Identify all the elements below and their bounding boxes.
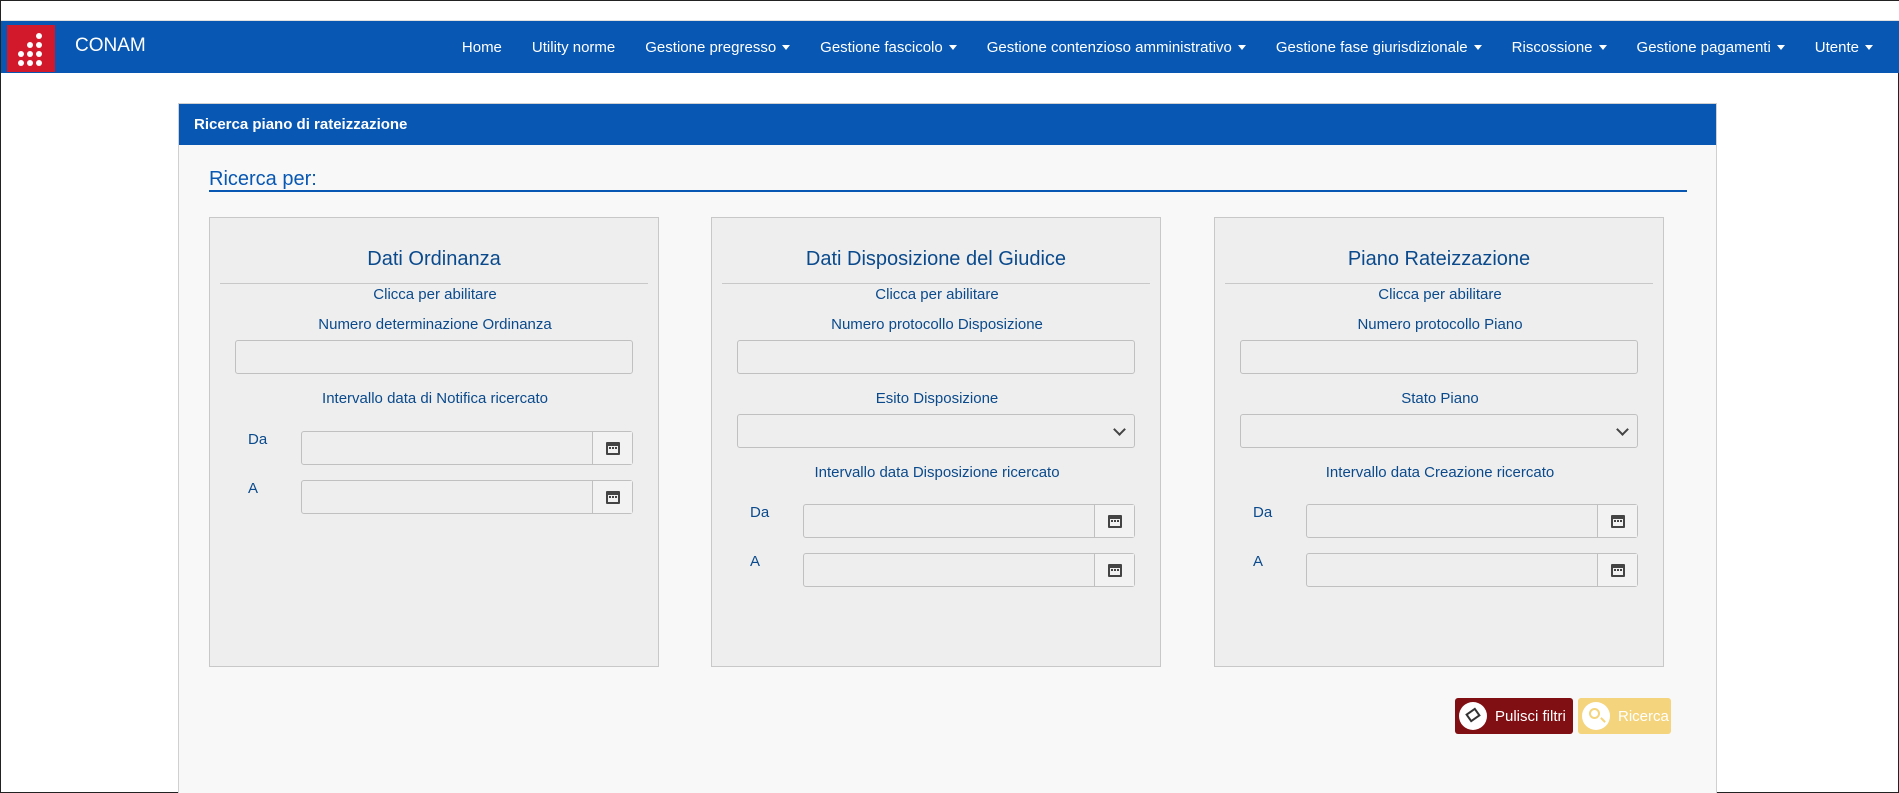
date-from-field[interactable]	[1306, 504, 1638, 538]
calendar-icon	[1108, 564, 1122, 577]
date-picker-button[interactable]	[1597, 554, 1637, 586]
search-label: Ricerca	[1618, 707, 1669, 725]
calendar-icon	[606, 491, 620, 504]
to-label: A	[750, 553, 761, 570]
main-menu: Home Utility norme Gestione pregresso Ge…	[447, 21, 1888, 73]
nav-gestione-fascicolo[interactable]: Gestione fascicolo	[805, 39, 972, 56]
nav-home[interactable]: Home	[447, 39, 517, 56]
navbar: CONAM Home Utility norme Gestione pregre…	[1, 21, 1899, 73]
search-icon	[1582, 702, 1610, 730]
logo-dot	[18, 60, 24, 66]
from-label: Da	[248, 431, 268, 448]
card-piano-rateizzazione[interactable]: Piano Rateizzazione Clicca per abilitare…	[1214, 217, 1664, 667]
calendar-icon	[1611, 515, 1625, 528]
numero-protocollo-piano-input[interactable]	[1240, 340, 1638, 374]
numero-determinazione-input[interactable]	[235, 340, 633, 374]
enable-hint[interactable]: Clicca per abilitare	[1215, 286, 1665, 303]
logo-dot	[18, 51, 24, 57]
app-brand[interactable]: CONAM	[75, 35, 146, 57]
calendar-icon	[1611, 564, 1625, 577]
chevron-down-icon	[1616, 423, 1629, 436]
field-label: Numero determinazione Ordinanza	[318, 316, 552, 333]
browser-top-strip	[1, 1, 1899, 21]
caret-down-icon	[1776, 44, 1785, 50]
nav-utility-norme-label: Utility norme	[531, 38, 616, 56]
select-label: Stato Piano	[1401, 390, 1479, 407]
section-title: Ricerca per:	[209, 168, 1687, 192]
date-to-field[interactable]	[803, 553, 1135, 587]
nav-utente-label: Utente	[1814, 38, 1859, 56]
nav-home-label: Home	[461, 38, 502, 56]
nav-gestione-fascicolo-label: Gestione fascicolo	[820, 38, 943, 56]
date-picker-button[interactable]	[592, 432, 632, 464]
caret-down-icon	[948, 44, 957, 50]
card-title: Piano Rateizzazione	[1225, 248, 1653, 284]
nav-riscossione-label: Riscossione	[1511, 38, 1593, 56]
stato-piano-select[interactable]	[1240, 414, 1638, 448]
caret-down-icon	[1237, 44, 1246, 50]
nav-gestione-pagamenti[interactable]: Gestione pagamenti	[1622, 39, 1800, 56]
to-label: A	[248, 480, 259, 497]
to-label: A	[1253, 553, 1264, 570]
caret-down-icon	[1598, 44, 1607, 50]
nav-riscossione[interactable]: Riscossione	[1497, 39, 1622, 56]
card-title: Dati Disposizione del Giudice	[722, 248, 1150, 284]
caret-down-icon	[782, 44, 791, 50]
logo-dot	[27, 42, 33, 48]
logo-dot	[36, 51, 42, 57]
nav-gestione-contenzioso-label: Gestione contenzioso amministrativo	[986, 38, 1232, 56]
eraser-icon	[1459, 702, 1487, 730]
clear-filters-button[interactable]: Pulisci filtri	[1455, 698, 1573, 734]
range-label: Intervallo data Creazione ricercato	[1325, 464, 1555, 481]
field-label: Numero protocollo Piano	[1357, 316, 1523, 333]
enable-hint[interactable]: Clicca per abilitare	[210, 286, 660, 303]
card-dati-disposizione[interactable]: Dati Disposizione del Giudice Clicca per…	[711, 217, 1161, 667]
card-title: Dati Ordinanza	[220, 248, 648, 284]
date-from-field[interactable]	[301, 431, 633, 465]
logo-dot	[27, 60, 33, 66]
date-picker-button[interactable]	[1094, 505, 1134, 537]
enable-hint[interactable]: Clicca per abilitare	[712, 286, 1162, 303]
logo-dot	[36, 42, 42, 48]
conam-logo[interactable]	[7, 25, 55, 72]
nav-gestione-fase-label: Gestione fase giurisdizionale	[1275, 38, 1468, 56]
date-to-field[interactable]	[301, 480, 633, 514]
from-label: Da	[750, 504, 770, 521]
date-picker-button[interactable]	[1597, 505, 1637, 537]
logo-dot	[27, 51, 33, 57]
nav-gestione-pregresso[interactable]: Gestione pregresso	[630, 39, 805, 56]
date-from-field[interactable]	[803, 504, 1135, 538]
from-label: Da	[1253, 504, 1273, 521]
range-label: Intervallo data di Notifica ricercato	[322, 390, 548, 407]
calendar-icon	[1108, 515, 1122, 528]
date-picker-button[interactable]	[1094, 554, 1134, 586]
calendar-icon	[606, 442, 620, 455]
nav-gestione-fase-giurisdizionale[interactable]: Gestione fase giurisdizionale	[1261, 39, 1497, 56]
range-label: Intervallo data Disposizione ricercato	[814, 464, 1060, 481]
search-panel: Ricerca piano di rateizzazione Ricerca p…	[178, 103, 1717, 793]
nav-utente[interactable]: Utente	[1800, 39, 1888, 56]
panel-header: Ricerca piano di rateizzazione	[179, 104, 1716, 145]
numero-protocollo-disposizione-input[interactable]	[737, 340, 1135, 374]
field-label: Numero protocollo Disposizione	[831, 316, 1043, 333]
esito-disposizione-select[interactable]	[737, 414, 1135, 448]
logo-dot	[36, 33, 42, 39]
nav-utility-norme[interactable]: Utility norme	[517, 39, 630, 56]
card-dati-ordinanza[interactable]: Dati Ordinanza Clicca per abilitare Nume…	[209, 217, 659, 667]
nav-gestione-pregresso-label: Gestione pregresso	[645, 38, 777, 56]
search-button[interactable]: Ricerca	[1578, 698, 1671, 734]
chevron-down-icon	[1113, 423, 1126, 436]
logo-dot	[36, 60, 42, 66]
clear-filters-label: Pulisci filtri	[1495, 707, 1566, 725]
date-picker-button[interactable]	[592, 481, 632, 513]
date-to-field[interactable]	[1306, 553, 1638, 587]
caret-down-icon	[1865, 44, 1873, 50]
caret-down-icon	[1473, 44, 1482, 50]
nav-gestione-contenzioso[interactable]: Gestione contenzioso amministrativo	[972, 39, 1261, 56]
select-label: Esito Disposizione	[875, 390, 999, 407]
nav-gestione-pagamenti-label: Gestione pagamenti	[1636, 38, 1771, 56]
